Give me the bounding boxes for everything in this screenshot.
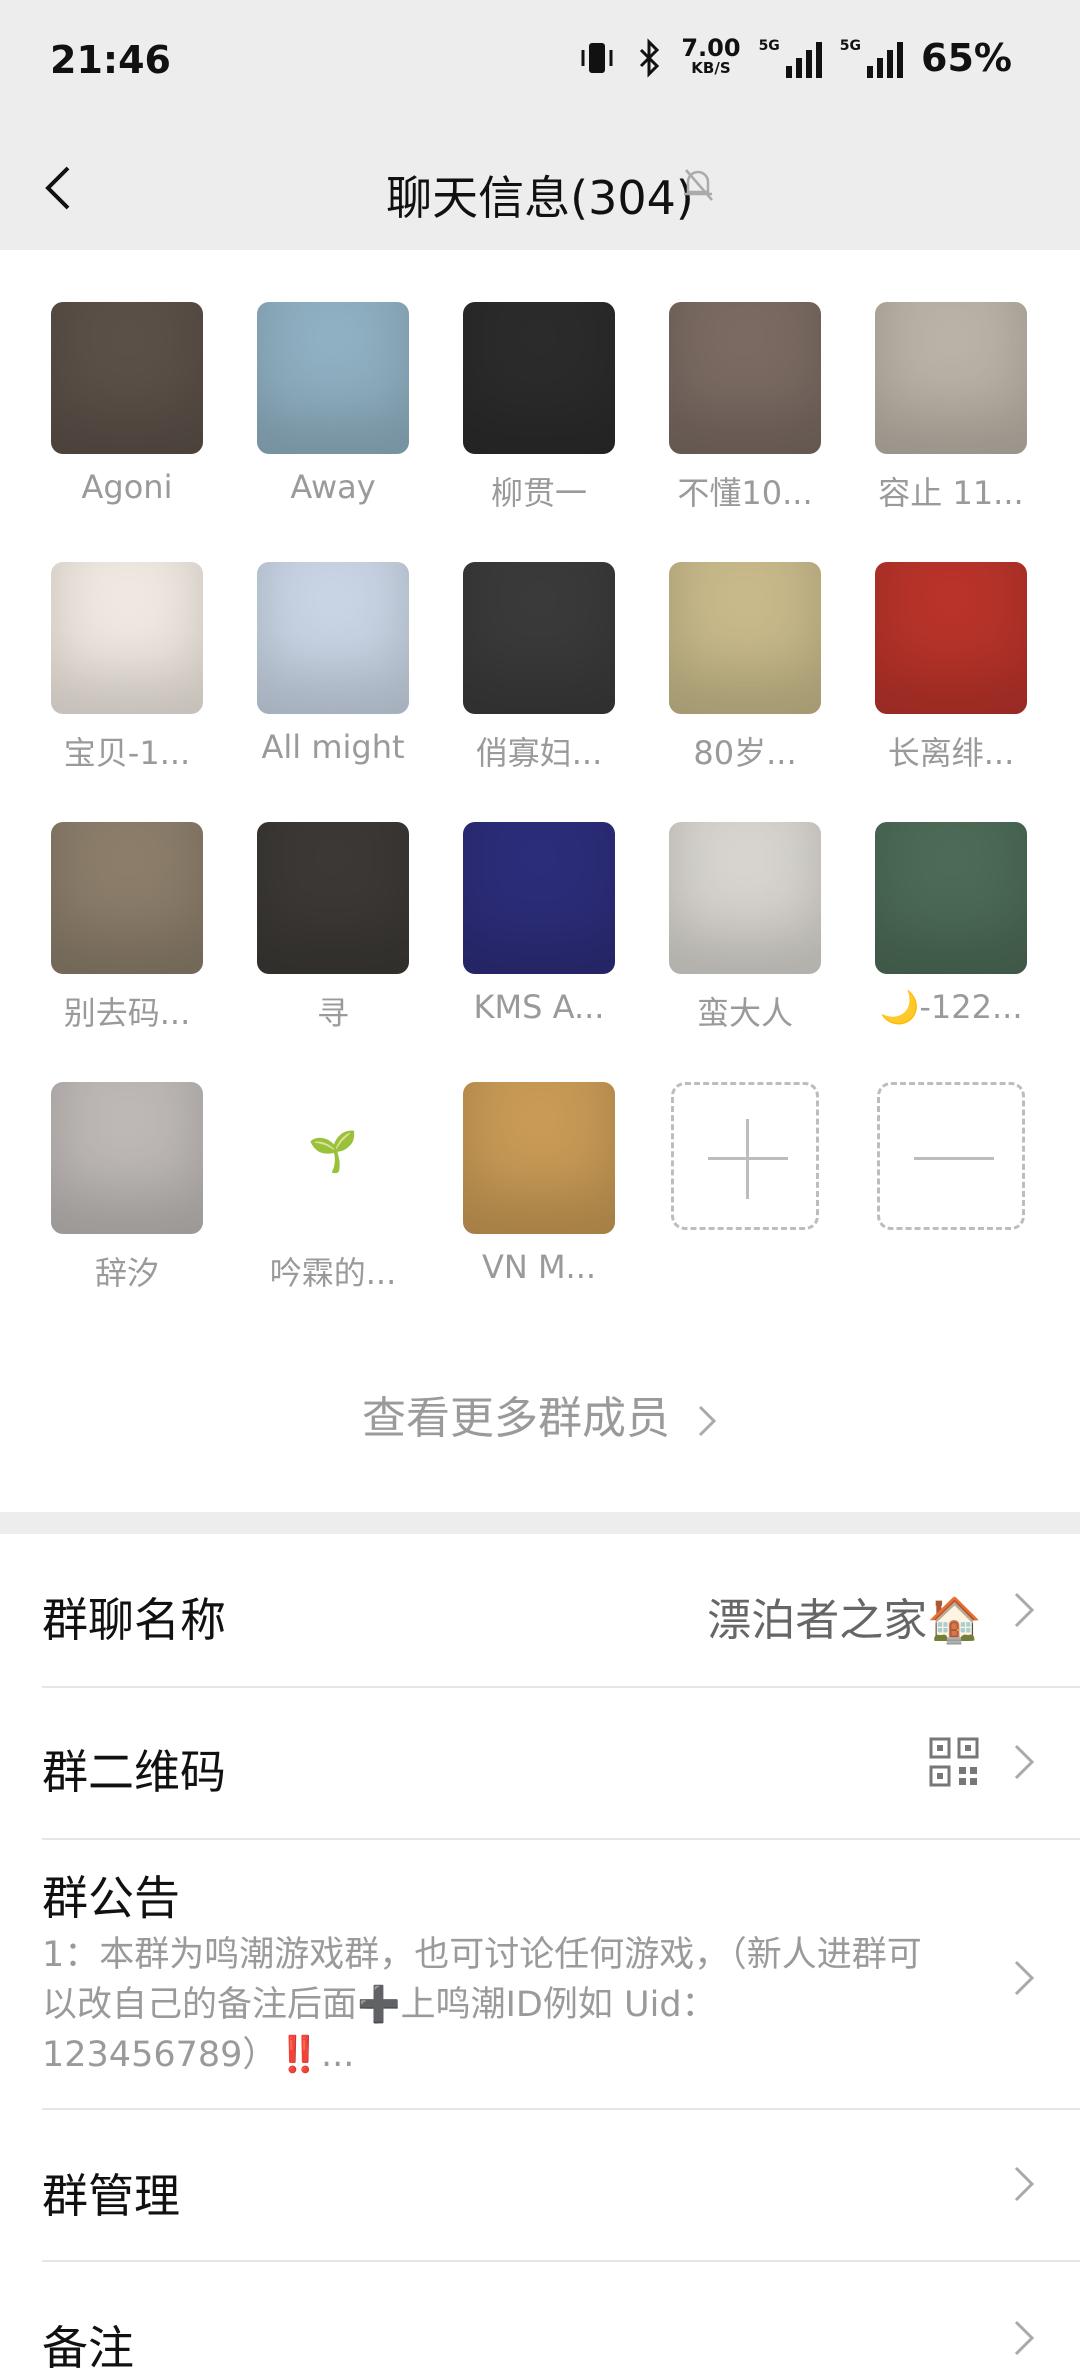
avatar <box>51 562 203 714</box>
net-speed-value: 7.00 <box>681 34 741 62</box>
member-name: 长离绯... <box>887 734 1015 772</box>
chevron-right-icon <box>1014 2320 1035 2356</box>
remark-row[interactable]: 备注 <box>0 2262 1080 2376</box>
member-name: 吟霖的... <box>269 1254 397 1292</box>
member-name: 🌙-122... <box>879 988 1023 1026</box>
member-item[interactable]: 🌱 吟霖的... <box>230 1030 436 1292</box>
avatar <box>257 562 409 714</box>
member-name: 宝贝-1... <box>63 734 191 772</box>
member-item[interactable]: Agoni <box>24 250 230 506</box>
avatar <box>463 1082 615 1234</box>
member-item[interactable]: VN M... <box>436 1030 642 1286</box>
avatar <box>669 562 821 714</box>
avatar <box>51 302 203 454</box>
avatar: 🌱 <box>257 1082 409 1234</box>
avatar <box>875 302 1027 454</box>
member-item[interactable]: 80岁... <box>642 510 848 772</box>
member-name: VN M... <box>481 1248 597 1286</box>
bell-off-icon <box>684 169 713 201</box>
member-item[interactable]: 长离绯... <box>848 510 1054 772</box>
remove-member-button[interactable] <box>848 1030 1054 1270</box>
member-name: 不懂10... <box>677 474 813 512</box>
signal-label: 5G <box>758 38 780 54</box>
member-item[interactable]: 🌙-122... <box>848 770 1054 1026</box>
avatar <box>875 822 1027 974</box>
chevron-right-icon <box>1014 1744 1035 1780</box>
member-name: 别去码... <box>63 994 191 1032</box>
avatar <box>463 562 615 714</box>
nav-bar: 聊天信息(304) <box>0 128 1080 250</box>
qr-row[interactable]: 群二维码 <box>0 1688 1080 1838</box>
member-item[interactable]: 寻 <box>230 770 436 1032</box>
member-item[interactable]: 蛮大人 <box>642 770 848 1032</box>
member-name: KMS A... <box>473 988 605 1026</box>
member-name: Agoni <box>81 468 173 506</box>
member-item[interactable]: 别去码... <box>24 770 230 1032</box>
member-item[interactable]: KMS A... <box>436 770 642 1026</box>
avatar <box>257 822 409 974</box>
notice-label: 群公告 <box>42 1871 180 1925</box>
avatar <box>463 822 615 974</box>
member-name: 80岁... <box>693 734 797 772</box>
signal-icon-2: 5G <box>839 38 904 78</box>
signal-icon: 5G <box>759 38 822 78</box>
member-item[interactable]: 辞汐 <box>24 1030 230 1292</box>
avatar <box>669 302 821 454</box>
chevron-right-icon <box>698 1405 717 1437</box>
qr-label: 群二维码 <box>42 1745 226 1799</box>
member-item[interactable]: 不懂10... <box>642 250 848 512</box>
status-bar: 21:46 7.00 KB/S 5G 5G 65% <box>0 0 1080 128</box>
status-icons: 7.00 KB/S 5G 5G 65% <box>577 36 1012 80</box>
avatar <box>257 302 409 454</box>
chevron-right-icon <box>1014 1960 1035 1996</box>
group-name-value: 漂泊者之家🏠 <box>707 1595 982 1646</box>
member-item[interactable]: 柳贯一 <box>436 250 642 512</box>
bluetooth-icon <box>640 38 660 78</box>
member-name: 俏寡妇... <box>475 734 603 772</box>
member-item[interactable]: 宝贝-1... <box>24 510 230 772</box>
vibrate-icon <box>581 43 613 73</box>
battery-level: 65% <box>921 36 1012 80</box>
member-name: 容止 11... <box>878 474 1024 512</box>
member-name: Away <box>290 468 376 506</box>
avatar <box>463 302 615 454</box>
member-name: All might <box>261 728 405 766</box>
avatar <box>51 822 203 974</box>
minus-icon <box>877 1082 1025 1230</box>
member-item[interactable]: 俏寡妇... <box>436 510 642 772</box>
notice-text: 1：本群为鸣潮游戏群，也可讨论任何游戏，（新人进群可以改自己的备注后面➕上鸣潮I… <box>42 1935 922 2075</box>
sprout-icon: 🌱 <box>308 1129 358 1175</box>
avatar <box>51 1082 203 1234</box>
chevron-right-icon <box>1014 2166 1035 2202</box>
status-time: 21:46 <box>50 38 171 82</box>
member-item[interactable]: All might <box>230 510 436 766</box>
member-name: 辞汐 <box>94 1254 159 1292</box>
member-grid: Agoni Away 柳贯一 不懂10... 容止 11... 宝贝-1... All mi… <box>0 250 1080 1512</box>
avatar <box>875 562 1027 714</box>
section-divider <box>0 1512 1080 1534</box>
plus-icon <box>671 1082 819 1230</box>
manage-label: 群管理 <box>42 2169 180 2223</box>
notice-row[interactable]: 群公告 1：本群为鸣潮游戏群，也可讨论任何游戏，（新人进群可以改自己的备注后面➕… <box>0 1840 1080 2108</box>
group-name-label: 群聊名称 <box>42 1593 226 1647</box>
group-name-row[interactable]: 群聊名称 漂泊者之家🏠 <box>0 1534 1080 1686</box>
page-title: 聊天信息(304) <box>386 171 694 225</box>
member-item[interactable]: Away <box>230 250 436 506</box>
member-name: 蛮大人 <box>696 994 793 1032</box>
more-members-label: 查看更多群成员 <box>362 1393 670 1444</box>
manage-row[interactable]: 群管理 <box>0 2110 1080 2260</box>
more-members-link[interactable]: 查看更多群成员 <box>0 1382 1080 1446</box>
member-item[interactable]: 容止 11... <box>848 250 1054 512</box>
qr-code-icon <box>929 1737 979 1787</box>
chevron-right-icon <box>1014 1592 1035 1628</box>
remark-label: 备注 <box>42 2321 134 2375</box>
signal-label-2: 5G <box>839 38 862 54</box>
net-speed: 7.00 KB/S <box>681 34 741 78</box>
member-name: 寻 <box>316 994 349 1032</box>
avatar <box>669 822 821 974</box>
add-member-button[interactable] <box>642 1030 848 1270</box>
member-name: 柳贯一 <box>490 474 587 512</box>
